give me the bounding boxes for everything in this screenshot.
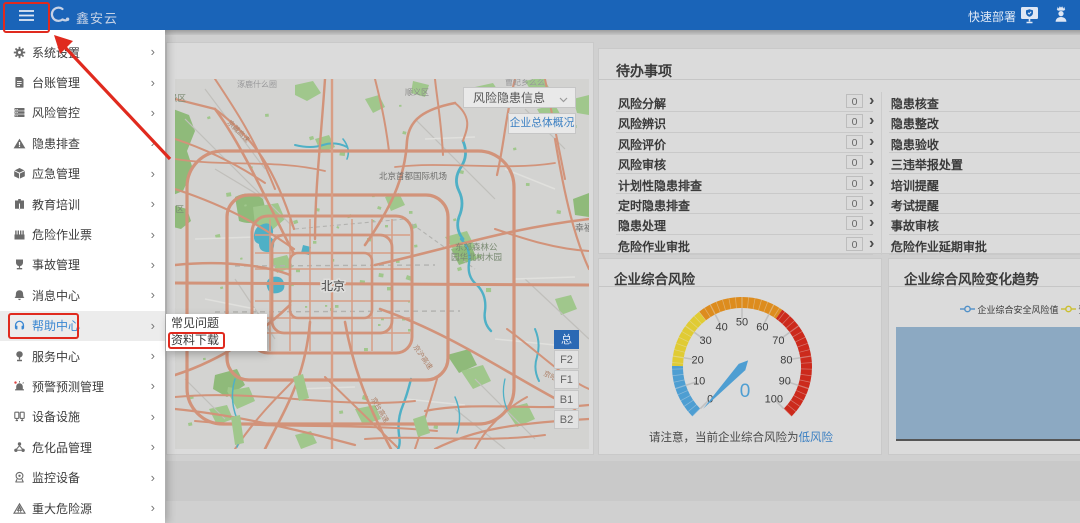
svg-text:涿鹿什么圈: 涿鹿什么圈: [237, 79, 277, 89]
svg-text:60: 60: [756, 321, 768, 333]
svg-text:40: 40: [715, 321, 727, 333]
svg-text:景区: 景区: [175, 204, 185, 214]
svg-text:20: 20: [691, 355, 703, 367]
svg-text:100: 100: [765, 393, 783, 405]
svg-text:幸福: 幸福: [575, 222, 589, 233]
svg-text:北京: 北京: [321, 279, 345, 293]
svg-text:北京首都国际机场: 北京首都国际机场: [379, 171, 447, 181]
svg-text:10: 10: [693, 375, 705, 387]
svg-text:30: 30: [699, 335, 711, 347]
svg-text:顺义区: 顺义区: [405, 88, 429, 97]
svg-text:90: 90: [779, 375, 791, 387]
svg-text:东郊森林公: 东郊森林公: [455, 242, 498, 252]
svg-text:50: 50: [736, 317, 748, 329]
svg-text:景区: 景区: [175, 93, 187, 103]
svg-text:0: 0: [740, 381, 751, 402]
svg-text:80: 80: [780, 355, 792, 367]
svg-text:曹妃乡么么: 曹妃乡么么: [505, 79, 545, 87]
svg-text:70: 70: [772, 335, 784, 347]
svg-text:园华北树木园: 园华北树木园: [451, 252, 502, 262]
